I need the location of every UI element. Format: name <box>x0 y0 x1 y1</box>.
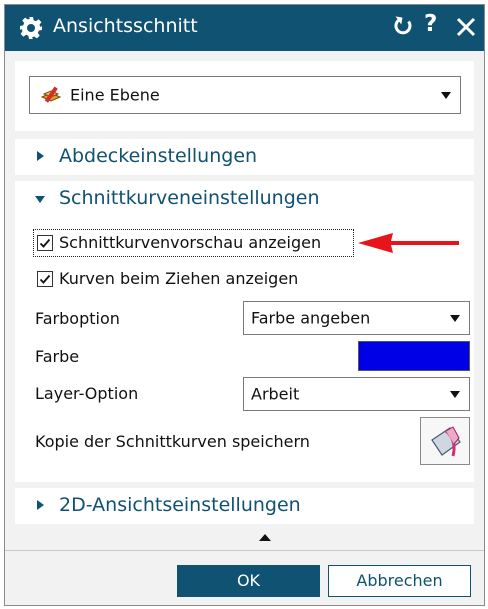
expand-arrow-icon <box>37 500 44 510</box>
save-curves-button[interactable] <box>420 417 470 465</box>
section-curves-section: Schnittkurveneinstellungen Schnittkurven… <box>15 181 474 482</box>
chevron-down-icon <box>450 315 460 322</box>
view-2d-settings-label: 2D-Ansichtseinstellungen <box>59 494 301 516</box>
cover-settings-label: Abdeckeinstellungen <box>59 145 258 167</box>
cover-settings-header[interactable]: Abdeckeinstellungen <box>15 139 474 175</box>
reset-icon[interactable] <box>392 15 414 37</box>
divider <box>5 550 484 551</box>
view-2d-settings-section: 2D-Ansichtseinstellungen <box>15 488 474 524</box>
preview-checkbox[interactable] <box>37 235 53 251</box>
drag-checkbox[interactable] <box>37 271 53 287</box>
layer-option-dropdown[interactable]: Arbeit <box>243 377 470 411</box>
checkmark-icon <box>39 274 51 284</box>
dialog-title: Ansichtsschnitt <box>53 15 198 37</box>
type-dropdown-value: Eine Ebene <box>70 85 160 105</box>
color-option-dropdown[interactable]: Farbe angeben <box>243 301 470 335</box>
type-panel: Eine Ebene <box>15 61 474 131</box>
color-swatch-button[interactable] <box>358 341 470 371</box>
collapse-dialog-toggle[interactable] <box>15 527 474 549</box>
section-curves-header[interactable]: Schnittkurveneinstellungen <box>15 181 474 217</box>
chevron-down-icon <box>450 391 460 398</box>
cover-settings-section: Abdeckeinstellungen <box>15 139 474 175</box>
layer-option-label: Layer-Option <box>35 384 139 403</box>
view-2d-settings-header[interactable]: 2D-Ansichtseinstellungen <box>15 488 474 524</box>
preview-checkbox-label[interactable]: Schnittkurvenvorschau anzeigen <box>59 233 321 252</box>
ok-button[interactable]: OK <box>177 565 320 597</box>
help-button[interactable]: ? <box>424 11 437 37</box>
section-curves-label: Schnittkurveneinstellungen <box>59 187 320 209</box>
dialog-window: Ansichtsschnitt ? Eine Ebene Abdeckeinst… <box>4 4 485 606</box>
color-option-label: Farboption <box>35 309 120 328</box>
close-icon[interactable] <box>456 17 476 37</box>
gear-icon <box>20 17 42 39</box>
collapse-arrow-icon <box>35 196 45 203</box>
plane-icon <box>40 86 62 103</box>
cancel-button[interactable]: Abbrechen <box>328 565 471 597</box>
color-label: Farbe <box>35 347 80 366</box>
checkmark-icon <box>39 238 51 248</box>
chevron-down-icon <box>441 92 451 99</box>
expand-arrow-icon <box>37 151 44 161</box>
type-dropdown[interactable]: Eine Ebene <box>29 76 461 114</box>
title-bar[interactable]: Ansichtsschnitt ? <box>5 5 484 51</box>
red-arrow-annotation <box>358 233 459 253</box>
save-curves-icon <box>431 426 461 457</box>
drag-checkbox-label[interactable]: Kurven beim Ziehen anzeigen <box>59 269 298 288</box>
save-copy-label: Kopie der Schnittkurven speichern <box>35 432 310 451</box>
color-option-value: Farbe angeben <box>251 308 371 328</box>
layer-option-value: Arbeit <box>251 384 300 404</box>
chevron-up-icon <box>259 534 271 541</box>
